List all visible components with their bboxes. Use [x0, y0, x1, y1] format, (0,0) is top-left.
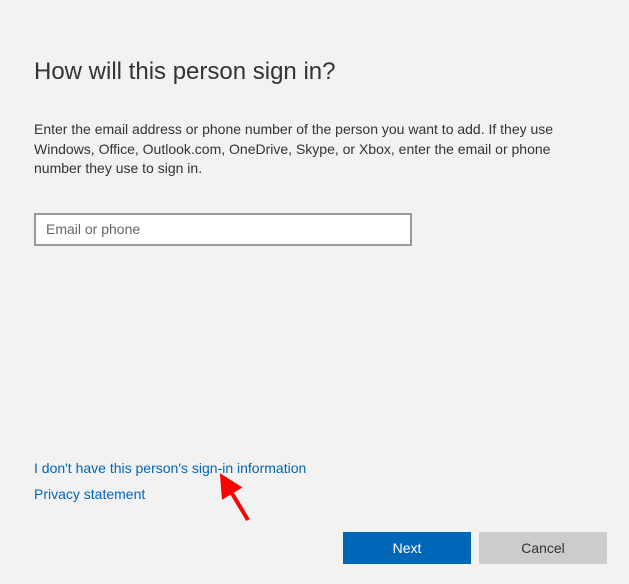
links-section: I don't have this person's sign-in infor…: [34, 460, 306, 512]
page-title: How will this person sign in?: [34, 58, 595, 86]
button-row: Next Cancel: [343, 532, 607, 564]
next-button[interactable]: Next: [343, 532, 471, 564]
page-description: Enter the email address or phone number …: [34, 120, 589, 179]
privacy-statement-link[interactable]: Privacy statement: [34, 486, 306, 502]
no-signin-info-link[interactable]: I don't have this person's sign-in infor…: [34, 460, 306, 476]
cancel-button[interactable]: Cancel: [479, 532, 607, 564]
dialog-content: How will this person sign in? Enter the …: [0, 0, 629, 266]
email-or-phone-input[interactable]: [34, 213, 412, 246]
